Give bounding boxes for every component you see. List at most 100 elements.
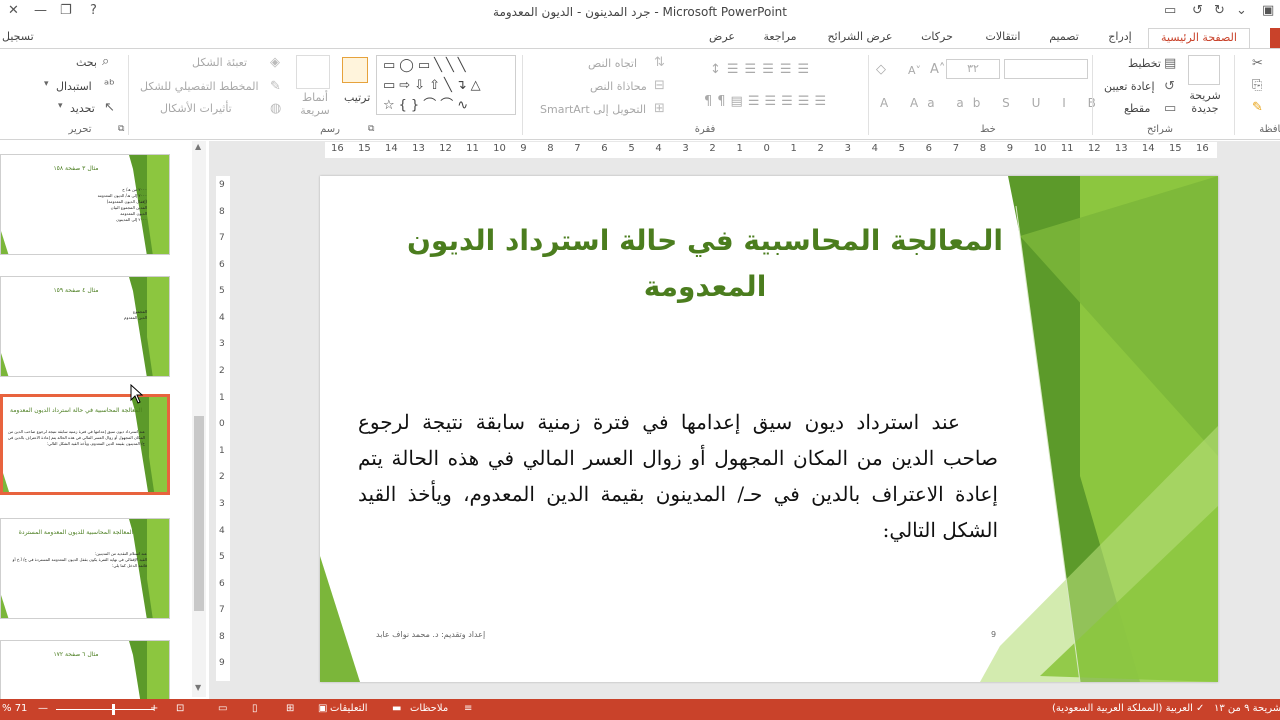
new-slide-button[interactable]: شريحة جديدة bbox=[1186, 89, 1224, 115]
zoom-slider-handle[interactable] bbox=[112, 704, 115, 715]
ruler-tick-label: 14 bbox=[385, 143, 398, 154]
tab-transitions[interactable]: انتقالات bbox=[975, 28, 1031, 48]
signin-link[interactable]: تسجيل bbox=[0, 28, 44, 48]
fit-slide-icon[interactable]: ⊡ bbox=[176, 703, 184, 714]
tab-design[interactable]: تصميم bbox=[1040, 28, 1088, 48]
vertical-ruler: 9 8 7 6 5 4 3 2 1 0 1 2 3 4 5 6 7 8 9 bbox=[216, 176, 230, 681]
reset-button[interactable]: إعادة تعيين bbox=[1104, 80, 1155, 93]
section-button[interactable]: مقطع bbox=[1124, 102, 1150, 115]
line-spacing-icon[interactable]: ↕☰☰☰☰☰ bbox=[710, 63, 815, 76]
slide-title[interactable]: المعالجة المحاسبية في حالة استرداد الديو… bbox=[360, 218, 1050, 310]
find-button[interactable]: بحث bbox=[76, 56, 97, 69]
layout-button[interactable]: تخطيط bbox=[1128, 57, 1161, 70]
convert-smartart-button[interactable]: التحويل إلى SmartArt bbox=[540, 103, 646, 116]
start-presentation-icon[interactable]: ▭ bbox=[1164, 3, 1176, 18]
ruler-tick-label: 8 bbox=[219, 206, 225, 217]
scroll-up-icon[interactable]: ▲ bbox=[195, 142, 201, 151]
scroll-thumb[interactable] bbox=[194, 416, 204, 611]
spelling-icon[interactable]: ✓ bbox=[1196, 703, 1204, 714]
replace-button[interactable]: استبدال bbox=[56, 80, 92, 93]
font-size-up-icon[interactable]: A˄ bbox=[930, 63, 945, 76]
ruler-tick-label: 9 bbox=[520, 143, 527, 154]
tab-file-edge[interactable] bbox=[1270, 28, 1280, 48]
slide-body-text[interactable]: عند استرداد ديون سيق إعدامها في فترة زمن… bbox=[358, 404, 998, 548]
text-direction-icon: ⇅ bbox=[654, 55, 665, 70]
reading-view-icon[interactable]: ▯ bbox=[252, 703, 258, 714]
ruler-tick-label: 3 bbox=[219, 498, 225, 509]
slide-thumbnail[interactable]: المعالجة المحاسبية في حالة استرداد الديو… bbox=[0, 394, 170, 495]
shape-fill-button[interactable]: تعبئة الشكل bbox=[192, 56, 247, 69]
notes-button[interactable]: ملاحظات bbox=[410, 703, 448, 714]
zoom-out-icon[interactable]: — bbox=[38, 703, 48, 714]
thumbnails-scrollbar[interactable]: ▲ ▼ bbox=[192, 141, 206, 697]
dropdown-icon[interactable]: ▾ bbox=[44, 80, 49, 89]
thumbnail-body: ٢٠٠٠ من هـ/ ح ٢٠٠٠ إلى هـ/ الديون المعدو… bbox=[97, 187, 147, 222]
section-icon: ▭ bbox=[1164, 101, 1177, 116]
ruler-tick-label: 3 bbox=[219, 339, 225, 350]
tab-animations[interactable]: حركات bbox=[914, 28, 960, 48]
font-name-box[interactable] bbox=[1004, 59, 1088, 79]
comments-button[interactable]: التعليقات bbox=[330, 703, 368, 714]
slides-group-label: شرائح bbox=[1147, 124, 1173, 135]
layout-icon: ▤ bbox=[1164, 56, 1177, 71]
zoom-slider[interactable] bbox=[56, 709, 154, 710]
font-format-icons[interactable]: A Aa ab S U I B bbox=[880, 97, 1105, 109]
ruler-tick-label: 13 bbox=[1114, 143, 1128, 154]
ruler-tick-label: 9 bbox=[219, 180, 225, 190]
dialog-launcher-icon[interactable]: ⧉ bbox=[118, 125, 124, 134]
group-separator bbox=[1092, 55, 1093, 135]
font-size-down-icon[interactable]: A˅ bbox=[908, 65, 921, 76]
slideshow-view-icon[interactable]: ▭ bbox=[218, 703, 227, 714]
redo-icon[interactable]: ↻ bbox=[1214, 3, 1225, 18]
ruler-tick-label: 4 bbox=[871, 143, 878, 154]
ruler-tick-label: 11 bbox=[1060, 143, 1074, 154]
save-icon[interactable]: ▣ bbox=[1262, 3, 1274, 18]
sorter-view-icon[interactable]: ⊞ bbox=[286, 703, 294, 714]
dialog-launcher-icon[interactable]: ⧉ bbox=[368, 125, 374, 134]
tab-slideshow[interactable]: عرض الشرائح bbox=[820, 28, 900, 48]
font-size-box[interactable]: ٣٢ bbox=[946, 59, 1000, 79]
dropdown-icon[interactable]: ▾ bbox=[58, 102, 63, 111]
zoom-in-icon[interactable]: + bbox=[150, 703, 158, 714]
ruler-tick-label: 8 bbox=[547, 143, 554, 154]
cut-icon[interactable]: ✂ bbox=[1252, 57, 1263, 70]
scroll-down-icon[interactable]: ▼ bbox=[195, 683, 201, 692]
ruler-tick-label: 9 bbox=[219, 658, 225, 669]
tab-home[interactable]: الصفحة الرئيسية bbox=[1148, 28, 1250, 48]
ruler-tick-label: 6 bbox=[219, 259, 225, 270]
align-text-icon: ⊟ bbox=[654, 78, 665, 93]
align-text-button[interactable]: محاذاة النص bbox=[590, 80, 647, 93]
copy-icon[interactable]: ⎘ bbox=[1252, 79, 1262, 92]
slide-canvas[interactable]: المعالجة المحاسبية في حالة استرداد الديو… bbox=[320, 176, 1218, 682]
undo-icon[interactable]: ↺ bbox=[1192, 3, 1203, 18]
arrange-button[interactable]: ترتيب bbox=[344, 91, 370, 104]
shapes-gallery[interactable]: ▭◯▭╲╲╲ ▭⇨⇩⇧╲↴△ ☆{}⌒⌒∿ bbox=[376, 55, 516, 115]
quick-styles-button[interactable]: أنماط سريعة bbox=[298, 91, 332, 117]
slide-thumbnail[interactable]: مثال ٣ صفحة ١٥٨ ٢٠٠٠ من هـ/ ح ٢٠٠٠ إلى هـ… bbox=[0, 154, 170, 255]
shape-effects-button[interactable]: تأثيرات الأشكال bbox=[160, 102, 232, 115]
paragraph-align-icon[interactable]: ¶¶▤☰☰☰☰☰ bbox=[704, 95, 831, 108]
binoculars-icon: ⌕ bbox=[102, 54, 110, 69]
tab-view[interactable]: عرض bbox=[702, 28, 742, 48]
zoom-percent[interactable]: 71 % bbox=[2, 703, 27, 714]
tab-insert[interactable]: إدراج bbox=[1100, 28, 1140, 48]
customize-qat-icon[interactable]: ⌄ bbox=[1236, 3, 1247, 18]
language-status[interactable]: العربية (المملكة العربية السعودية) bbox=[1052, 703, 1193, 714]
format-painter-icon[interactable]: ✎ bbox=[1252, 101, 1263, 114]
select-button[interactable]: تحديد bbox=[70, 102, 95, 115]
slide-thumbnail[interactable]: مثال ٤ صفحة ١٥٩ المجموع الدين المعدوم bbox=[0, 276, 170, 377]
ruler-tick-label: 15 bbox=[1168, 143, 1182, 154]
slide-thumbnail[interactable]: المعالجة المحاسبية للديون المعدومة المست… bbox=[0, 518, 170, 619]
ruler-tick-label: 12 bbox=[439, 143, 452, 154]
ribbon-tabs: تسجيل عرض مراجعة عرض الشرائح حركات انتقا… bbox=[0, 26, 1280, 48]
text-direction-button[interactable]: اتجاه النص bbox=[588, 57, 637, 70]
ruler-tick-label: 5 bbox=[219, 286, 225, 297]
thumbnail-title: مثال ٦ صفحة ١٧٢ bbox=[53, 651, 99, 658]
ruler-tick-label: 6 bbox=[925, 143, 933, 154]
ruler-tick-label: 9 bbox=[1006, 143, 1014, 154]
clear-format-icon[interactable]: ◇ bbox=[876, 63, 886, 76]
normal-view-icon[interactable]: ▣ bbox=[318, 703, 327, 714]
ruler-tick-label: 5 bbox=[898, 143, 905, 154]
tab-review[interactable]: مراجعة bbox=[755, 28, 805, 48]
shape-outline-button[interactable]: المخطط التفصيلي للشكل bbox=[140, 80, 259, 93]
